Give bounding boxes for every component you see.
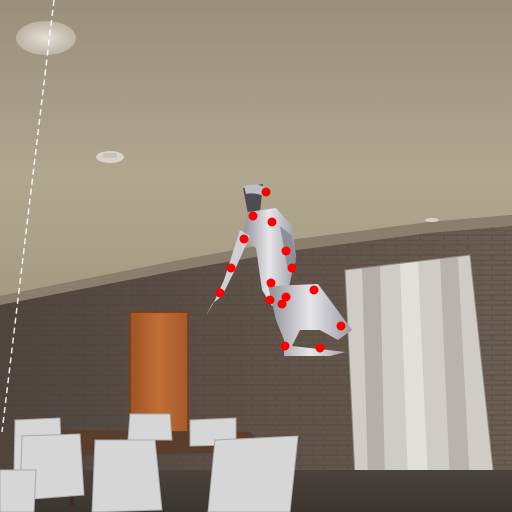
ceiling-fixture	[425, 218, 439, 222]
keypoint	[309, 285, 319, 295]
keypoint	[265, 295, 275, 305]
keypoint	[336, 321, 346, 331]
scene-photo	[0, 0, 512, 512]
curtain	[344, 254, 496, 489]
ceiling-lamp	[16, 21, 76, 55]
keypoint	[315, 343, 325, 353]
keypoint	[281, 246, 291, 256]
keypoint	[226, 263, 236, 273]
keypoint	[215, 288, 225, 298]
keypoint	[261, 187, 271, 197]
keypoint	[267, 217, 277, 227]
smoke-detector	[96, 151, 124, 163]
keypoint	[248, 211, 258, 221]
keypoint	[287, 263, 297, 273]
keypoint	[239, 234, 249, 244]
keypoint	[280, 341, 290, 351]
keypoint	[277, 299, 287, 309]
keypoint	[266, 278, 276, 288]
